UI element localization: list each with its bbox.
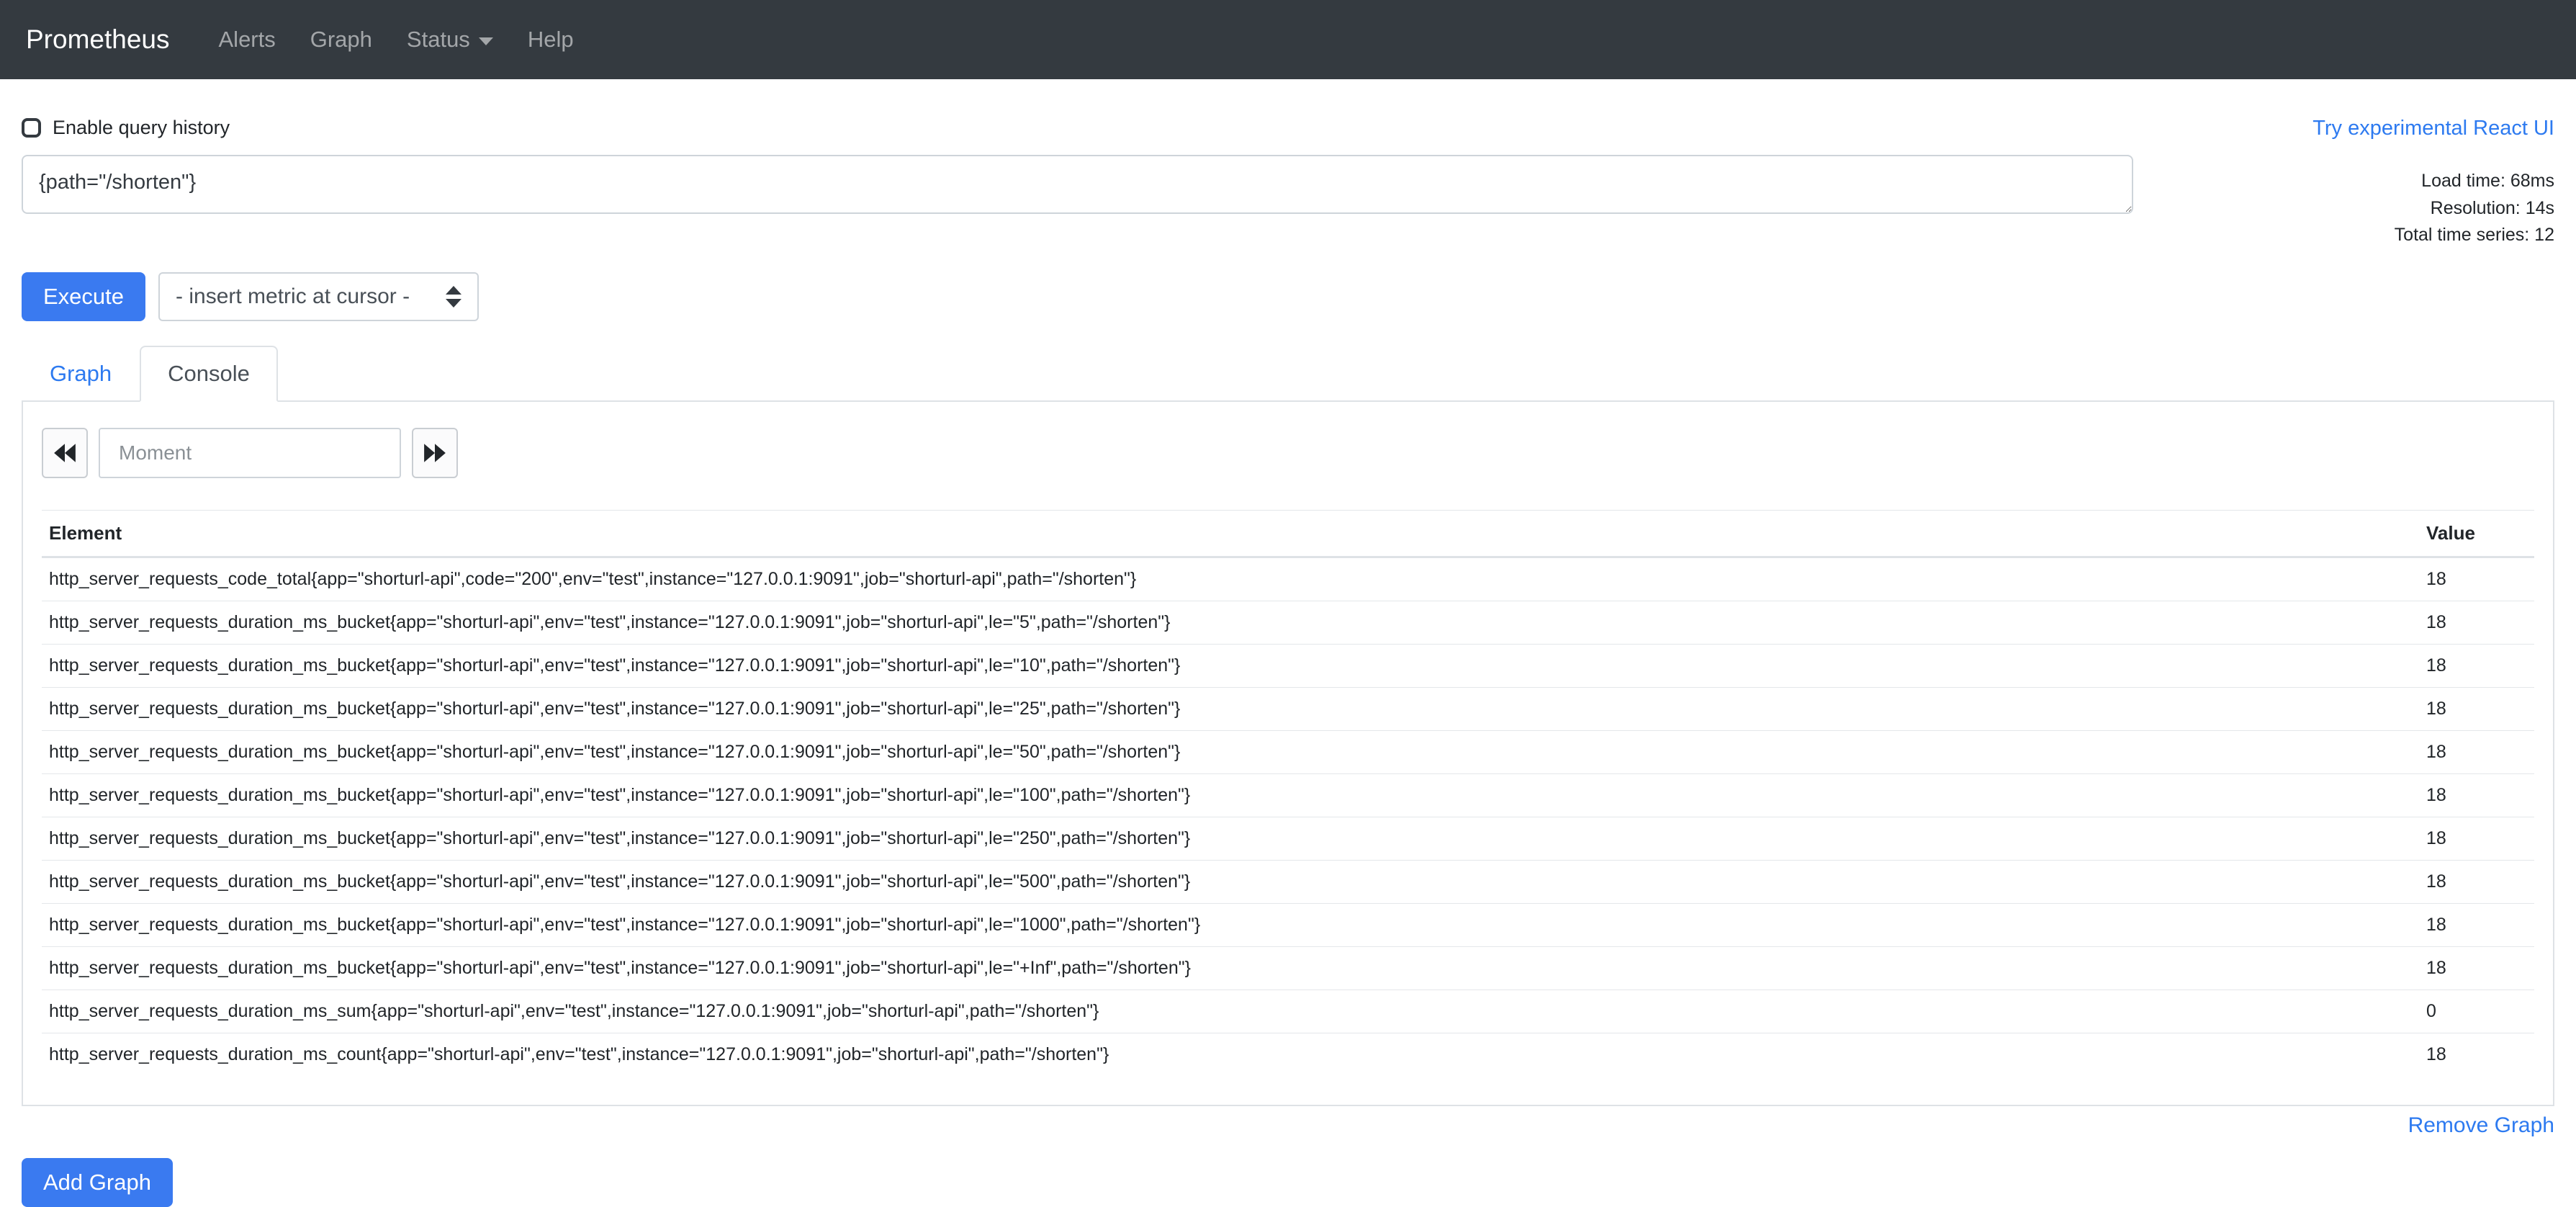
console-results-table: Element Value http_server_requests_code_… [42, 510, 2534, 1076]
metric-element-cell: http_server_requests_duration_ms_count{a… [42, 1033, 2419, 1076]
metric-value-cell: 18 [2419, 687, 2534, 730]
nav-item-alerts[interactable]: Alerts [202, 27, 293, 53]
query-stats: Load time: 68ms Resolution: 14s Total ti… [2133, 155, 2554, 249]
metric-value-cell: 18 [2419, 644, 2534, 687]
table-row: http_server_requests_duration_ms_bucket{… [42, 601, 2534, 644]
graph-console-tabs: Graph Console [22, 346, 2554, 402]
enable-query-history-toggle: Enable query history [22, 117, 230, 139]
page-content: Enable query history Try experimental Re… [0, 117, 2576, 1207]
select-updown-icon [446, 286, 461, 308]
metric-element-cell: http_server_requests_duration_ms_bucket{… [42, 601, 2419, 644]
caret-down-icon [479, 37, 493, 45]
metric-element-cell: http_server_requests_code_total{app="sho… [42, 557, 2419, 601]
metric-value-cell: 18 [2419, 730, 2534, 773]
metric-element-cell: http_server_requests_duration_ms_sum{app… [42, 990, 2419, 1033]
table-row: http_server_requests_duration_ms_bucket{… [42, 687, 2534, 730]
console-panel: Element Value http_server_requests_code_… [22, 402, 2554, 1106]
navbar: Prometheus Alerts Graph Status Help [0, 0, 2576, 79]
metric-element-cell: http_server_requests_duration_ms_bucket{… [42, 773, 2419, 817]
metric-element-cell: http_server_requests_duration_ms_bucket{… [42, 903, 2419, 946]
metric-value-cell: 18 [2419, 817, 2534, 860]
metric-value-cell: 18 [2419, 946, 2534, 990]
backward-icon [53, 441, 77, 465]
moment-navigation [42, 428, 2534, 478]
insert-metric-select-label: - insert metric at cursor - [176, 284, 410, 309]
column-header-value: Value [2419, 510, 2534, 557]
table-row: http_server_requests_code_total{app="sho… [42, 557, 2534, 601]
metric-element-cell: http_server_requests_duration_ms_bucket{… [42, 817, 2419, 860]
table-row: http_server_requests_duration_ms_bucket{… [42, 860, 2534, 903]
column-header-element: Element [42, 510, 2419, 557]
execute-button[interactable]: Execute [22, 272, 145, 321]
moment-forward-button[interactable] [412, 428, 458, 478]
try-react-ui-link[interactable]: Try experimental React UI [2312, 117, 2554, 140]
nav-item-help[interactable]: Help [510, 27, 591, 53]
load-time: Load time: 68ms [2133, 168, 2554, 195]
resolution: Resolution: 14s [2133, 195, 2554, 223]
table-row: http_server_requests_duration_ms_bucket{… [42, 817, 2534, 860]
metric-value-cell: 18 [2419, 860, 2534, 903]
moment-back-button[interactable] [42, 428, 88, 478]
query-expression-input[interactable]: {path="/shorten"} [22, 155, 2133, 214]
table-header-row: Element Value [42, 510, 2534, 557]
metric-value-cell: 18 [2419, 903, 2534, 946]
metric-element-cell: http_server_requests_duration_ms_bucket{… [42, 860, 2419, 903]
moment-input[interactable] [99, 428, 401, 478]
metric-value-cell: 18 [2419, 1033, 2534, 1076]
table-row: http_server_requests_duration_ms_bucket{… [42, 903, 2534, 946]
metric-element-cell: http_server_requests_duration_ms_bucket{… [42, 730, 2419, 773]
metric-value-cell: 18 [2419, 601, 2534, 644]
insert-metric-select[interactable]: - insert metric at cursor - [158, 272, 479, 321]
brand-prometheus[interactable]: Prometheus [26, 24, 170, 55]
table-row: http_server_requests_duration_ms_bucket{… [42, 644, 2534, 687]
forward-icon [423, 441, 447, 465]
remove-graph-link[interactable]: Remove Graph [2408, 1113, 2554, 1137]
metric-value-cell: 18 [2419, 557, 2534, 601]
metric-element-cell: http_server_requests_duration_ms_bucket{… [42, 687, 2419, 730]
enable-query-history-label: Enable query history [53, 117, 230, 139]
nav-item-graph[interactable]: Graph [293, 27, 389, 53]
table-row: http_server_requests_duration_ms_bucket{… [42, 730, 2534, 773]
metric-element-cell: http_server_requests_duration_ms_bucket{… [42, 946, 2419, 990]
tab-console[interactable]: Console [140, 346, 278, 402]
enable-query-history-checkbox[interactable] [22, 118, 41, 138]
metric-value-cell: 0 [2419, 990, 2534, 1033]
total-time-series: Total time series: 12 [2133, 222, 2554, 249]
table-row: http_server_requests_duration_ms_bucket{… [42, 773, 2534, 817]
table-row: http_server_requests_duration_ms_sum{app… [42, 990, 2534, 1033]
metric-element-cell: http_server_requests_duration_ms_bucket{… [42, 644, 2419, 687]
add-graph-button[interactable]: Add Graph [22, 1158, 173, 1207]
nav-item-status[interactable]: Status [389, 27, 510, 53]
metric-value-cell: 18 [2419, 773, 2534, 817]
table-row: http_server_requests_duration_ms_bucket{… [42, 946, 2534, 990]
tab-graph[interactable]: Graph [22, 346, 140, 402]
table-row: http_server_requests_duration_ms_count{a… [42, 1033, 2534, 1076]
